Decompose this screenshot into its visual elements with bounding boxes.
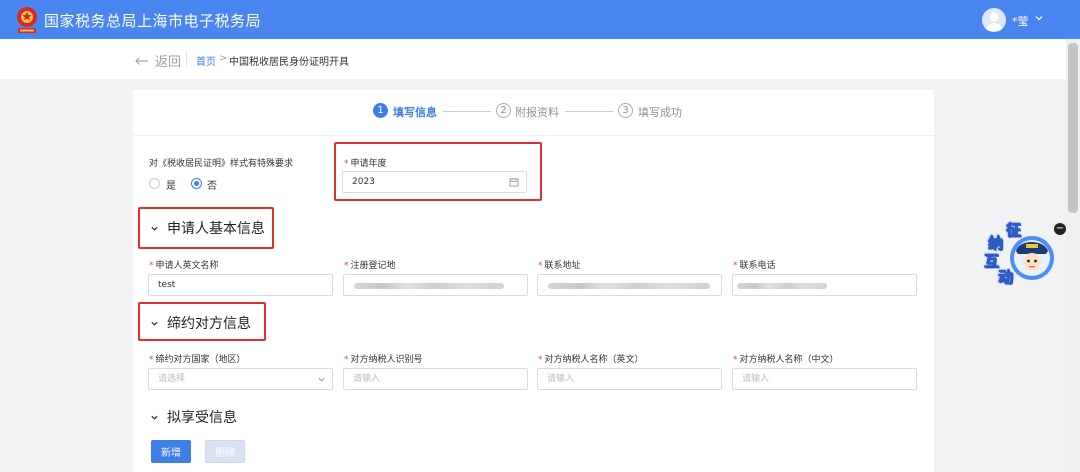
arrow-left-icon (135, 56, 148, 65)
divider (186, 52, 187, 66)
back-label: 返回 (155, 55, 182, 70)
counterparty-name-en-label: * 对方纳税人名称（英文） (538, 355, 644, 365)
step-1-label: 填写信息 (393, 106, 437, 119)
contact-phone-input[interactable] (732, 274, 917, 296)
breadcrumb-home-link[interactable]: 首页 (196, 53, 216, 68)
top-header: 国家税务总局上海市电子税务局 *莹 (0, 0, 1080, 39)
redacted-text (548, 283, 710, 289)
step-connector (443, 111, 491, 112)
applicant-english-name-label: * 申请人英文名称 (149, 261, 219, 271)
name-en-placeholder: 请输入 (547, 374, 575, 384)
breadcrumb-current: 中国税收居民身份证明开具 (229, 57, 349, 68)
registration-place-input[interactable] (343, 274, 528, 296)
chevron-down-icon (151, 415, 158, 420)
step-2-label: 附报资料 (515, 106, 559, 119)
radio-no[interactable] (191, 178, 202, 189)
scrollbar-thumb[interactable] (1068, 43, 1078, 213)
breadcrumb-separator: > (219, 53, 228, 64)
steps-divider (133, 135, 934, 136)
widget-close-icon[interactable]: − (1054, 223, 1066, 235)
applicant-english-name-input[interactable]: test (148, 274, 333, 296)
contact-address-input[interactable] (537, 274, 722, 296)
radio-no-label[interactable]: 否 (207, 177, 217, 192)
user-avatar-icon[interactable] (982, 8, 1006, 32)
page-scrollbar[interactable] (1066, 39, 1080, 472)
highlight-box-counterparty (138, 302, 266, 341)
counterparty-tin-input[interactable]: 请输入 (343, 368, 528, 390)
back-button[interactable]: 返回 (134, 51, 181, 70)
counterparty-name-en-input[interactable]: 请输入 (537, 368, 722, 390)
counterparty-tin-label: * 对方纳税人识别号 (344, 355, 423, 365)
step-3-number: 3 (618, 103, 633, 118)
delete-button[interactable]: 删除 (205, 440, 245, 463)
contact-phone-label: * 联系电话 (733, 261, 776, 271)
step-2-number: 2 (496, 103, 511, 118)
widget-char: 动 (998, 268, 1014, 287)
user-name[interactable]: *莹 (1012, 13, 1029, 29)
redacted-text (737, 283, 827, 289)
counterparty-name-cn-label: * 对方纳税人名称（中文） (733, 355, 839, 365)
radio-yes-label[interactable]: 是 (166, 177, 176, 192)
special-style-label: 对《税收居民证明》样式有特殊要求 (149, 159, 294, 169)
highlight-box-applicant (138, 207, 274, 249)
chevron-down-icon (318, 377, 325, 382)
section-benefit-header[interactable]: 拟享受信息 (150, 407, 237, 427)
step-connector (565, 111, 613, 112)
app-title: 国家税务总局上海市电子税务局 (44, 12, 262, 30)
contact-address-label: * 联系地址 (538, 261, 581, 271)
redacted-text (354, 283, 504, 289)
step-3-label: 填写成功 (638, 106, 682, 119)
applicant-english-name-value: test (158, 280, 176, 290)
counterparty-country-label: * 缔约对方国家（地区） (149, 355, 246, 365)
counterparty-name-cn-input[interactable]: 请输入 (732, 368, 917, 390)
breadcrumb-bar: 返回 首页 > 中国税收居民身份证明开具 (0, 39, 1066, 79)
radio-yes[interactable] (149, 178, 160, 189)
tax-interaction-widget[interactable]: 征 纳 互 动 (976, 218, 1058, 290)
tax-emblem-logo (17, 7, 37, 33)
widget-char: 征 (1006, 221, 1022, 240)
chevron-down-icon[interactable] (1034, 13, 1044, 23)
step-1-number: 1 (373, 103, 388, 118)
name-cn-placeholder: 请输入 (742, 374, 770, 384)
counterparty-country-select[interactable]: 请选择 (148, 368, 333, 390)
registration-place-label: * 注册登记地 (344, 261, 396, 271)
tin-placeholder: 请输入 (353, 374, 381, 384)
add-button[interactable]: 新增 (151, 440, 191, 463)
country-placeholder: 请选择 (158, 374, 186, 384)
highlight-box-year (334, 142, 542, 201)
section-benefit-title: 拟享受信息 (167, 410, 237, 426)
widget-char: 互 (984, 252, 1000, 271)
